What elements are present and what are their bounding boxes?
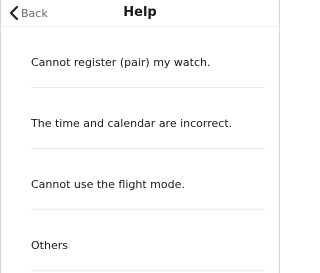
help-topic-list: Cannot register (pair) my watch. The tim… [1,27,279,271]
header-bar: Back Help [1,0,279,27]
help-screen: Back Help Cannot register (pair) my watc… [0,0,280,273]
list-item-label: Others [31,239,68,252]
help-item-time-calendar[interactable]: The time and calendar are incorrect. [1,88,279,149]
list-item-label: Cannot register (pair) my watch. [31,56,211,69]
divider [31,270,265,271]
help-item-register-watch[interactable]: Cannot register (pair) my watch. [1,27,279,88]
list-item-label: Cannot use the flight mode. [31,178,185,191]
list-item-label: The time and calendar are incorrect. [31,117,233,130]
page-title: Help [123,5,157,20]
help-item-others[interactable]: Others [1,210,279,271]
help-item-flight-mode[interactable]: Cannot use the flight mode. [1,149,279,210]
